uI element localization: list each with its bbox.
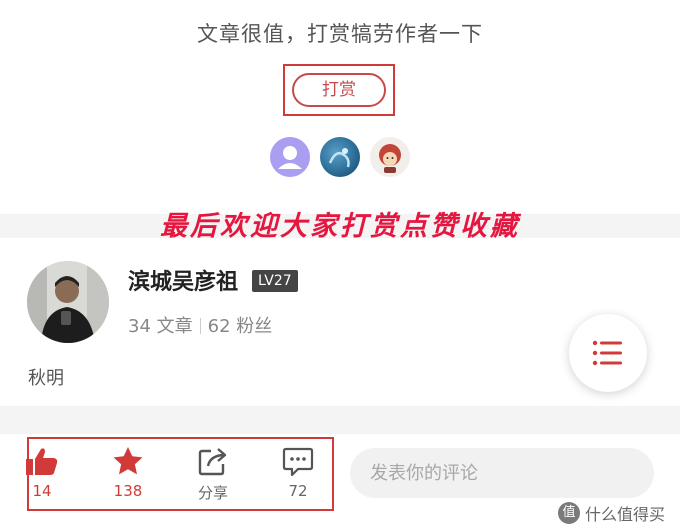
share-icon xyxy=(198,448,227,476)
author-stats: 34 文章 62 粉丝 xyxy=(128,312,272,338)
comment-bubble-icon xyxy=(282,447,314,477)
list-menu-icon xyxy=(592,340,622,366)
articles-label[interactable]: 文章 xyxy=(157,316,193,337)
cartoon-face-icon xyxy=(379,144,401,173)
favorite-button[interactable]: 138 xyxy=(88,444,168,500)
tip-prompt-text: 文章很值，打赏犒劳作者一下 xyxy=(197,22,483,46)
stats-divider xyxy=(199,318,201,334)
tipper-avatar[interactable] xyxy=(370,137,410,177)
watermark-text: 什么值得买 xyxy=(585,505,666,524)
tipper-avatar[interactable] xyxy=(270,137,310,177)
comment-input[interactable] xyxy=(350,448,654,498)
promo-banner-text: 最后欢迎大家打赏点赞收藏 xyxy=(160,211,520,242)
fans-label[interactable]: 粉丝 xyxy=(236,316,272,337)
tipper-avatar[interactable] xyxy=(320,137,360,177)
star-icon xyxy=(113,447,143,475)
favorite-count: 138 xyxy=(113,482,143,500)
menu-button[interactable] xyxy=(569,314,647,392)
user-silhouette-icon xyxy=(278,146,302,169)
comment-count: 72 xyxy=(288,482,308,500)
site-watermark: 值 什么值得买 xyxy=(558,500,665,526)
dragon-art-icon xyxy=(328,148,350,168)
like-count: 14 xyxy=(32,482,52,500)
site-logo-icon: 值 xyxy=(558,502,580,524)
level-badge: LV27 xyxy=(252,270,298,292)
fans-count[interactable]: 62 xyxy=(208,316,231,337)
articles-count[interactable]: 34 xyxy=(128,316,151,337)
tip-button[interactable]: 打赏 xyxy=(292,73,386,107)
comment-button[interactable]: 72 xyxy=(258,444,338,500)
section-separator xyxy=(0,406,680,434)
author-description: 秋明 xyxy=(28,368,64,389)
share-label: 分享 xyxy=(197,484,228,502)
like-button[interactable]: 14 xyxy=(2,444,82,500)
thumbs-up-icon xyxy=(26,448,58,475)
author-name[interactable]: 滨城吴彦祖 xyxy=(128,264,238,296)
author-photo-icon xyxy=(27,261,109,343)
share-button[interactable]: 分享 xyxy=(173,444,253,503)
author-avatar[interactable] xyxy=(27,261,109,343)
